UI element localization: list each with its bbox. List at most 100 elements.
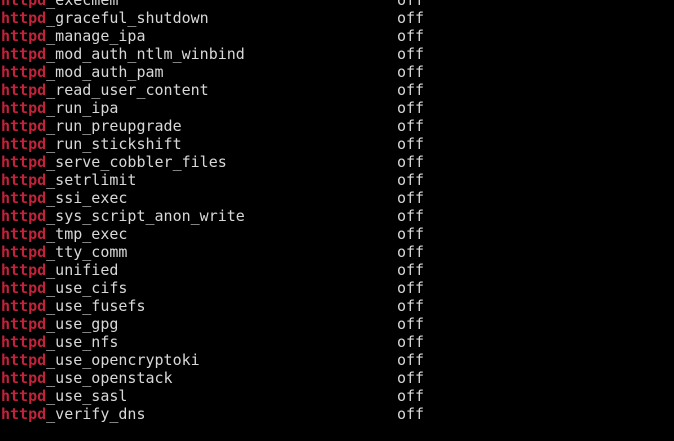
- boolean-row: httpd_read_user_content off: [0, 81, 674, 99]
- search-match-prefix: httpd: [1, 225, 47, 243]
- boolean-name-suffix: _use_openstack: [46, 369, 173, 387]
- boolean-state: off: [397, 243, 425, 261]
- boolean-state: off: [397, 117, 425, 135]
- boolean-name: httpd_graceful_shutdown: [1, 9, 209, 27]
- search-match-prefix: httpd: [1, 189, 47, 207]
- boolean-row: httpd_run_preupgrade off: [0, 117, 674, 135]
- boolean-name-suffix: _graceful_shutdown: [46, 9, 209, 27]
- boolean-state: off: [397, 405, 425, 423]
- boolean-name: httpd_use_cifs: [1, 279, 127, 297]
- search-match-prefix: httpd: [1, 297, 47, 315]
- boolean-state: off: [397, 225, 425, 243]
- boolean-state: off: [397, 189, 425, 207]
- boolean-row: httpd_use_nfs off: [0, 333, 674, 351]
- boolean-name: httpd_run_ipa: [1, 99, 118, 117]
- boolean-row: httpd_manage_ipa off: [0, 27, 674, 45]
- boolean-state: off: [397, 369, 425, 387]
- boolean-name-suffix: _use_fusefs: [46, 297, 146, 315]
- search-match-prefix: httpd: [1, 63, 47, 81]
- boolean-name-suffix: _serve_cobbler_files: [46, 153, 227, 171]
- search-match-prefix: httpd: [1, 405, 47, 423]
- boolean-row: httpd_serve_cobbler_files off: [0, 153, 674, 171]
- boolean-row: httpd_use_opencryptoki off: [0, 351, 674, 369]
- boolean-name: httpd_use_fusefs: [1, 297, 146, 315]
- boolean-name: httpd_run_stickshift: [1, 135, 182, 153]
- boolean-row: httpd_use_fusefs off: [0, 297, 674, 315]
- boolean-name: httpd_read_user_content: [1, 81, 209, 99]
- boolean-name: httpd_use_sasl: [1, 387, 127, 405]
- search-match-prefix: httpd: [1, 315, 47, 333]
- boolean-name: httpd_serve_cobbler_files: [1, 153, 227, 171]
- boolean-name: httpd_verify_dns: [1, 405, 146, 423]
- boolean-row: httpd_setrlimit off: [0, 171, 674, 189]
- boolean-name-suffix: _mod_auth_ntlm_winbind: [46, 45, 245, 63]
- boolean-name-suffix: _use_sasl: [46, 387, 128, 405]
- search-match-prefix: httpd: [1, 243, 47, 261]
- search-match-prefix: httpd: [1, 0, 47, 9]
- search-match-prefix: httpd: [1, 27, 47, 45]
- boolean-row: httpd_unified off: [0, 261, 674, 279]
- boolean-name: httpd_use_openstack: [1, 369, 173, 387]
- search-match-prefix: httpd: [1, 81, 47, 99]
- boolean-name: httpd_use_opencryptoki: [1, 351, 200, 369]
- search-match-prefix: httpd: [1, 9, 47, 27]
- boolean-name: httpd_tty_comm: [1, 243, 127, 261]
- boolean-state: off: [397, 297, 425, 315]
- boolean-row: httpd_run_ipa off: [0, 99, 674, 117]
- boolean-state: off: [397, 135, 425, 153]
- search-match-prefix: httpd: [1, 171, 47, 189]
- boolean-name: httpd_tmp_exec: [1, 225, 127, 243]
- search-match-prefix: httpd: [1, 135, 47, 153]
- search-match-prefix: httpd: [1, 207, 47, 225]
- boolean-row: httpd_ssi_exec off: [0, 189, 674, 207]
- boolean-row: httpd_mod_auth_pam off: [0, 63, 674, 81]
- boolean-row: httpd_use_gpg off: [0, 315, 674, 333]
- boolean-name: httpd_manage_ipa: [1, 27, 146, 45]
- boolean-name: httpd_execmem: [1, 0, 118, 9]
- boolean-name-suffix: _run_preupgrade: [46, 117, 182, 135]
- boolean-state: off: [397, 171, 425, 189]
- boolean-name-suffix: _ssi_exec: [46, 189, 128, 207]
- search-match-prefix: httpd: [1, 153, 47, 171]
- boolean-state: off: [397, 351, 425, 369]
- boolean-name-suffix: _tmp_exec: [46, 225, 128, 243]
- search-match-prefix: httpd: [1, 387, 47, 405]
- boolean-name-suffix: _sys_script_anon_write: [46, 207, 245, 225]
- boolean-row: httpd_use_cifs off: [0, 279, 674, 297]
- boolean-name: httpd_run_preupgrade: [1, 117, 182, 135]
- terminal-output: httpd_execmem off httpd_graceful_shutdown o…: [0, 0, 674, 441]
- boolean-state: off: [397, 45, 425, 63]
- boolean-name: httpd_setrlimit: [1, 171, 136, 189]
- boolean-name: httpd_mod_auth_pam: [1, 63, 164, 81]
- boolean-state: off: [397, 261, 425, 279]
- boolean-name-suffix: _use_gpg: [46, 315, 119, 333]
- boolean-state: off: [397, 9, 425, 27]
- boolean-name: httpd_use_gpg: [1, 315, 118, 333]
- boolean-name-suffix: _read_user_content: [46, 81, 209, 99]
- boolean-name-suffix: _use_cifs: [46, 279, 128, 297]
- boolean-name-suffix: _use_opencryptoki: [46, 351, 200, 369]
- search-match-prefix: httpd: [1, 261, 47, 279]
- search-match-prefix: httpd: [1, 351, 47, 369]
- boolean-name-suffix: _mod_auth_pam: [46, 63, 164, 81]
- boolean-state: off: [397, 81, 425, 99]
- boolean-state: off: [397, 27, 425, 45]
- boolean-row: httpd_tmp_exec off: [0, 225, 674, 243]
- boolean-state: off: [397, 279, 425, 297]
- boolean-name-suffix: _verify_dns: [46, 405, 146, 423]
- boolean-state: off: [397, 153, 425, 171]
- boolean-state: off: [397, 99, 425, 117]
- search-match-prefix: httpd: [1, 369, 47, 387]
- boolean-name: httpd_ssi_exec: [1, 189, 127, 207]
- boolean-name-suffix: _run_ipa: [46, 99, 119, 117]
- search-match-prefix: httpd: [1, 45, 47, 63]
- boolean-state: off: [397, 315, 425, 333]
- boolean-name-suffix: _execmem: [46, 0, 119, 9]
- boolean-name: httpd_use_nfs: [1, 333, 118, 351]
- boolean-row: httpd_run_stickshift off: [0, 135, 674, 153]
- boolean-state: off: [397, 63, 425, 81]
- boolean-name-suffix: _run_stickshift: [46, 135, 182, 153]
- boolean-name: httpd_unified: [1, 261, 118, 279]
- search-match-prefix: httpd: [1, 99, 47, 117]
- boolean-name: httpd_sys_script_anon_write: [1, 207, 245, 225]
